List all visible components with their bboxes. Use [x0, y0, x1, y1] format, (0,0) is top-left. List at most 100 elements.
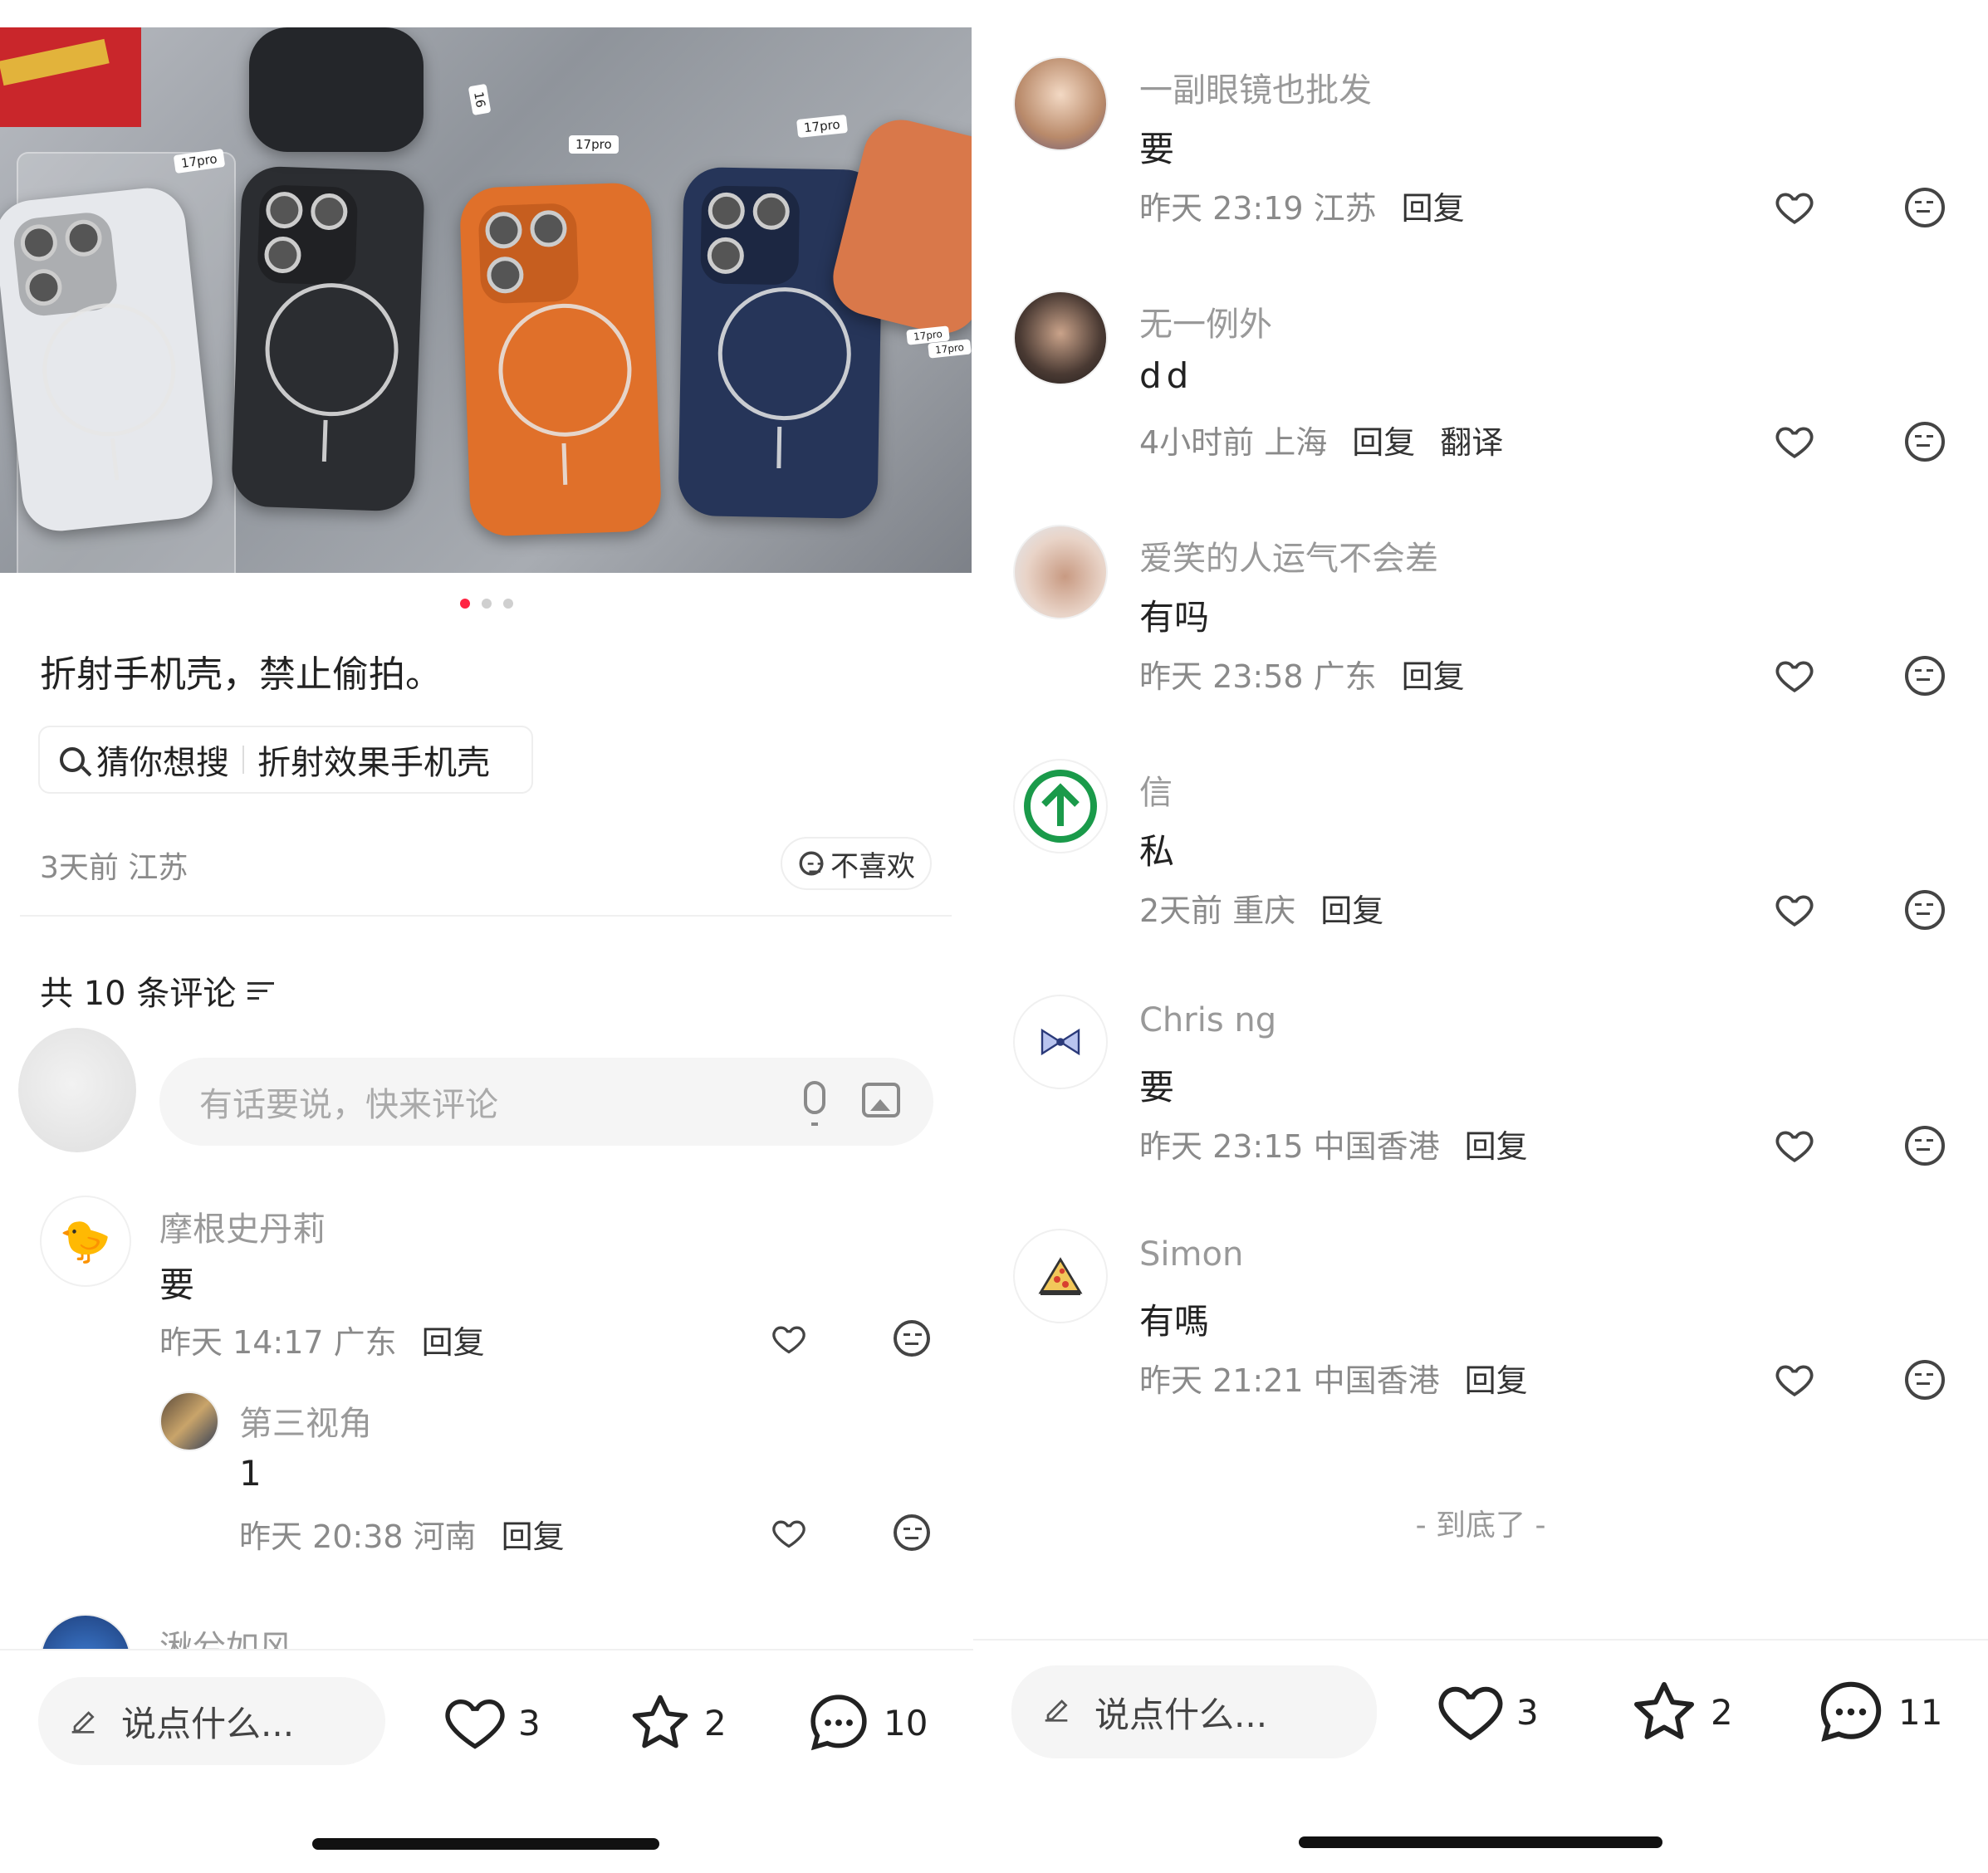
divider: [20, 915, 952, 917]
say-something-placeholder: 说点什么...: [121, 1703, 295, 1744]
comment-text: 私: [1139, 831, 1175, 872]
comment-text: 1: [239, 1453, 262, 1494]
end-of-list-label: - 到底了 -: [1415, 1509, 1546, 1543]
left-screen: 17pro 17pro 17pro 16 17pro 17pro 折射手机壳，禁…: [0, 0, 973, 1873]
suggested-search-chip[interactable]: 猜你想搜 折射效果手机壳: [38, 726, 533, 794]
like-count: 3: [1516, 1691, 1539, 1733]
comment-button[interactable]: 11: [1815, 1677, 1942, 1747]
like-heart-icon[interactable]: [1774, 888, 1815, 930]
comment-meta: 昨天 23:15 中国香港 回复: [1139, 1121, 1528, 1166]
comment-meta: 昨天 20:38 河南 回复: [239, 1511, 565, 1557]
comment-button[interactable]: 10: [805, 1690, 928, 1755]
dislike-face-icon[interactable]: [1905, 656, 1945, 696]
reply-button[interactable]: 回复: [1402, 658, 1465, 695]
dislike-face-icon[interactable]: [1905, 188, 1945, 227]
chick-icon: 🐤: [59, 1216, 112, 1265]
like-count: 3: [518, 1702, 541, 1743]
pencil-icon: [1045, 1699, 1068, 1722]
collect-count: 2: [704, 1702, 727, 1743]
user-avatar[interactable]: 🐤: [40, 1196, 131, 1287]
carousel-indicator: [0, 596, 973, 612]
bottom-action-bar: 说点什么... 3 2 11: [973, 1639, 1988, 1773]
case-tag: 17pro: [928, 339, 972, 359]
like-heart-icon[interactable]: [1774, 420, 1815, 462]
dislike-face-icon[interactable]: [1905, 422, 1945, 462]
pizza-icon: [1038, 1257, 1083, 1295]
phone-case-orange: [458, 182, 663, 537]
like-heart-icon[interactable]: [771, 1320, 807, 1357]
like-heart-icon[interactable]: [1774, 186, 1815, 227]
say-something-input[interactable]: 说点什么...: [38, 1677, 385, 1765]
comment-time-location: 昨天 23:19 江苏: [1139, 190, 1377, 227]
comment-text: 要: [159, 1264, 195, 1305]
dislike-button[interactable]: 不喜欢: [781, 837, 932, 890]
collect-button[interactable]: 2: [1629, 1679, 1733, 1745]
comment-count: 10: [884, 1702, 928, 1743]
phone-case-black-top: [249, 27, 424, 152]
translate-button[interactable]: 翻译: [1440, 424, 1503, 461]
like-button[interactable]: 3: [443, 1694, 541, 1752]
comment-meta: 4小时前 上海 回复 翻译: [1139, 417, 1503, 462]
comment-username[interactable]: 无一例外: [1139, 297, 1272, 345]
right-screen: 一副眼镜也批发 要 昨天 23:19 江苏 回复 无一例外 dd 4小时前 上海回…: [973, 0, 1988, 1873]
comment-username[interactable]: 摩根史丹莉: [159, 1202, 326, 1250]
like-heart-icon[interactable]: [1774, 654, 1815, 696]
reply-button[interactable]: 回复: [1320, 892, 1383, 929]
user-avatar[interactable]: [1013, 995, 1108, 1089]
dislike-face-icon[interactable]: [1905, 1126, 1945, 1166]
dislike-face-icon[interactable]: [894, 1514, 930, 1551]
dislike-face-icon[interactable]: [1905, 890, 1945, 930]
comment-username[interactable]: Simon: [1139, 1235, 1243, 1274]
case-tag: 17pro: [569, 135, 619, 154]
reply-button[interactable]: 回复: [502, 1518, 565, 1555]
user-avatar[interactable]: [1013, 291, 1108, 385]
user-avatar[interactable]: [1013, 56, 1108, 151]
user-avatar[interactable]: [159, 1391, 219, 1451]
comment-meta: 昨天 21:21 中国香港 回复: [1139, 1355, 1528, 1401]
user-avatar[interactable]: [1013, 525, 1108, 619]
dislike-face-icon[interactable]: [894, 1320, 930, 1357]
like-heart-icon[interactable]: [1774, 1358, 1815, 1400]
heart-icon: [445, 1699, 505, 1749]
phone-case-orange-2: [825, 111, 972, 342]
microphone-icon[interactable]: [804, 1081, 825, 1126]
comment-time-location: 4小时前 上海: [1139, 424, 1328, 461]
reply-button[interactable]: 回复: [422, 1324, 485, 1361]
user-avatar[interactable]: [1013, 759, 1108, 853]
suggested-search-query: 折射效果手机壳: [257, 744, 490, 782]
reply-button[interactable]: 回复: [1465, 1128, 1528, 1165]
suggested-search-prefix: 猜你想搜: [96, 744, 229, 782]
case-tag: 16: [468, 83, 492, 116]
case-tag: 17pro: [796, 114, 848, 139]
comment-time-location: 2天前 重庆: [1139, 892, 1296, 929]
user-avatar[interactable]: [1013, 1229, 1108, 1323]
sort-icon[interactable]: [247, 979, 276, 1002]
home-indicator[interactable]: [1299, 1836, 1662, 1848]
comment-username[interactable]: Chris ng: [1139, 1001, 1276, 1039]
comment-username[interactable]: 第三视角: [239, 1396, 372, 1445]
say-something-input[interactable]: 说点什么...: [1011, 1665, 1377, 1758]
comment-meta: 2天前 重庆 回复: [1139, 885, 1383, 931]
like-button[interactable]: 3: [1437, 1680, 1539, 1743]
post-photo[interactable]: 17pro 17pro 17pro 16 17pro 17pro: [0, 27, 972, 573]
comment-text: 有吗: [1139, 597, 1210, 638]
reply-button[interactable]: 回复: [1465, 1362, 1528, 1399]
comment-username[interactable]: 一副眼镜也批发: [1139, 63, 1372, 111]
comment-bubble-icon: [1820, 1681, 1882, 1742]
comment-input[interactable]: 有话要说，快来评论: [159, 1058, 933, 1146]
carousel-dot-active: [460, 599, 470, 609]
home-indicator[interactable]: [312, 1838, 659, 1850]
reply-button[interactable]: 回复: [1402, 190, 1465, 227]
like-heart-icon[interactable]: [1774, 1124, 1815, 1166]
search-icon: [60, 747, 85, 772]
post-caption: 折射手机壳，禁止偷拍。: [40, 653, 442, 696]
star-icon: [632, 1695, 688, 1748]
like-heart-icon[interactable]: [771, 1514, 807, 1551]
reply-button[interactable]: 回复: [1352, 424, 1415, 461]
comment-username[interactable]: 爱笑的人运气不会差: [1139, 531, 1438, 580]
comment-username[interactable]: 信: [1139, 765, 1173, 814]
carousel-dot: [503, 599, 513, 609]
image-icon[interactable]: [862, 1083, 900, 1117]
collect-button[interactable]: 2: [628, 1692, 727, 1753]
dislike-face-icon[interactable]: [1905, 1360, 1945, 1400]
